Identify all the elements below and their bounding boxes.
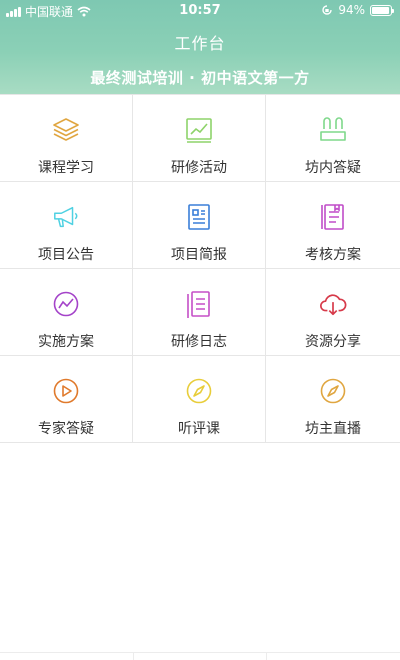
- menu-item-label: 课程学习: [38, 160, 94, 176]
- menu-item-label: 项目简报: [171, 247, 227, 263]
- menu-item-resource-sharing[interactable]: 资源分享: [266, 269, 400, 356]
- rotation-lock-icon: [322, 5, 333, 15]
- page-title: 工作台: [174, 34, 226, 53]
- menu-item-training-activity[interactable]: 研修活动: [133, 95, 266, 182]
- trend-circle-icon: [52, 290, 80, 318]
- menu-item-training-log[interactable]: 研修日志: [133, 269, 266, 356]
- header: 中国联通 10:57 94% 工作台 最终测试培训 · 初中语文第一方: [0, 0, 400, 94]
- menu-item-implementation-plan[interactable]: 实施方案: [0, 269, 133, 356]
- report-icon: [185, 203, 213, 231]
- project-subtitle: 最终测试培训 · 初中语文第一方: [90, 69, 310, 87]
- menu-item-label: 考核方案: [305, 247, 361, 263]
- tab-bar-divider: [266, 652, 267, 660]
- menu-item-assessment-plan[interactable]: 考核方案: [266, 182, 400, 269]
- battery-fill: [372, 6, 389, 14]
- menu-item-course-study[interactable]: 课程学习: [0, 95, 133, 182]
- menu-item-label: 研修活动: [171, 160, 227, 176]
- notebook-icon: [319, 203, 347, 231]
- battery-icon: [370, 4, 394, 16]
- layers-icon: [52, 116, 80, 144]
- people-icon: [319, 116, 347, 144]
- tab-bar-divider: [133, 652, 134, 660]
- menu-item-host-live[interactable]: 坊主直播: [266, 356, 400, 443]
- menu-item-label: 坊主直播: [305, 421, 361, 437]
- menu-item-lesson-review[interactable]: 听评课: [133, 356, 266, 443]
- menu-item-project-briefing[interactable]: 项目简报: [133, 182, 266, 269]
- play-circle-icon: [52, 377, 80, 405]
- function-grid: 课程学习 研修活动 坊内答疑 项目公告 项目简报 考核方案 实施方案 研修日志 …: [0, 94, 400, 443]
- menu-item-label: 项目公告: [38, 247, 94, 263]
- battery-percent: 94%: [338, 3, 365, 17]
- status-right: 94%: [321, 3, 394, 17]
- compass-icon: [319, 377, 347, 405]
- menu-item-label: 专家答疑: [38, 421, 94, 437]
- chart-board-icon: [185, 116, 213, 144]
- compass-icon: [185, 377, 213, 405]
- menu-item-label: 研修日志: [171, 334, 227, 350]
- menu-item-label: 听评课: [178, 421, 220, 437]
- diary-icon: [185, 290, 213, 318]
- menu-item-workshop-qa[interactable]: 坊内答疑: [266, 95, 400, 182]
- menu-item-label: 坊内答疑: [305, 160, 361, 176]
- menu-item-label: 实施方案: [38, 334, 94, 350]
- megaphone-icon: [52, 203, 80, 231]
- status-bar: 中国联通 10:57 94%: [0, 0, 400, 22]
- menu-item-label: 资源分享: [305, 334, 361, 350]
- menu-item-project-announcement[interactable]: 项目公告: [0, 182, 133, 269]
- tab-bar-divider: [0, 652, 400, 653]
- menu-item-expert-qa[interactable]: 专家答疑: [0, 356, 133, 443]
- cloud-download-icon: [319, 290, 347, 318]
